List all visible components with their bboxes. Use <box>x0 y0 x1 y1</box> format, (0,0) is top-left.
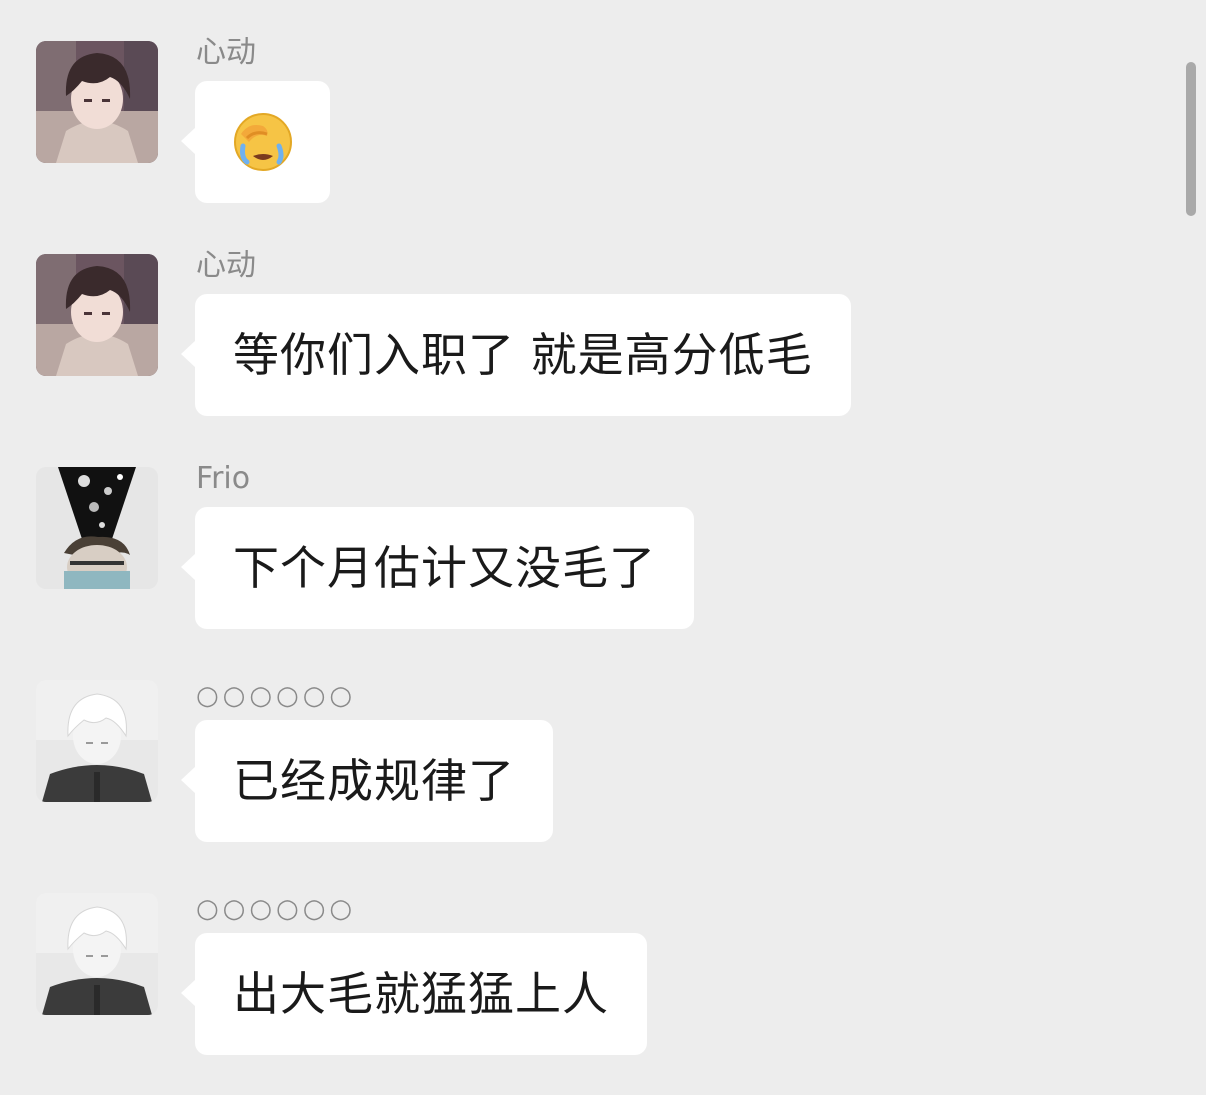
message-text: 出大毛就猛猛上人 <box>233 967 609 1021</box>
sender-name: 心动 <box>196 248 256 283</box>
scrollbar[interactable] <box>1186 62 1196 216</box>
chat-message: 心动 <box>0 35 1160 241</box>
avatar-white-hair-boy-icon <box>36 893 158 1015</box>
avatar-white-hair-boy-icon <box>36 680 158 802</box>
chat-message-list[interactable]: 心动 心动 等你们入职了 就是高分低毛 Frio 下个月估计又没毛了 ○○○○○… <box>0 0 1206 1095</box>
sender-name: Frio <box>196 461 251 496</box>
message-bubble[interactable]: 出大毛就猛猛上人 <box>181 933 647 1055</box>
avatar[interactable] <box>36 467 158 589</box>
sender-name: ○○○○○○ <box>196 681 357 711</box>
avatar[interactable] <box>36 254 158 376</box>
message-text: 已经成规律了 <box>233 754 515 808</box>
message-bubble[interactable]: 下个月估计又没毛了 <box>181 507 694 629</box>
face-palm-crying-emoji-icon <box>233 113 292 171</box>
message-bubble[interactable]: 已经成规律了 <box>181 720 553 842</box>
message-bubble[interactable]: 等你们入职了 就是高分低毛 <box>181 294 851 416</box>
sender-name: 心动 <box>196 35 256 70</box>
avatar-dark-hair-boy-icon <box>36 41 158 163</box>
avatar[interactable] <box>36 41 158 163</box>
message-text: 等你们入职了 就是高分低毛 <box>233 328 813 382</box>
message-text: 下个月估计又没毛了 <box>233 541 656 595</box>
chat-message: 心动 等你们入职了 就是高分低毛 <box>0 248 1160 454</box>
message-bubble[interactable] <box>181 81 330 203</box>
avatar-space-head-icon <box>36 467 158 589</box>
chat-message: ○○○○○○ 出大毛就猛猛上人 <box>0 893 1160 1093</box>
chat-message: ○○○○○○ 已经成规律了 <box>0 680 1160 880</box>
avatar[interactable] <box>36 680 158 802</box>
avatar-dark-hair-boy-icon <box>36 254 158 376</box>
sender-name: ○○○○○○ <box>196 894 357 924</box>
avatar[interactable] <box>36 893 158 1015</box>
chat-message: Frio 下个月估计又没毛了 <box>0 461 1160 667</box>
